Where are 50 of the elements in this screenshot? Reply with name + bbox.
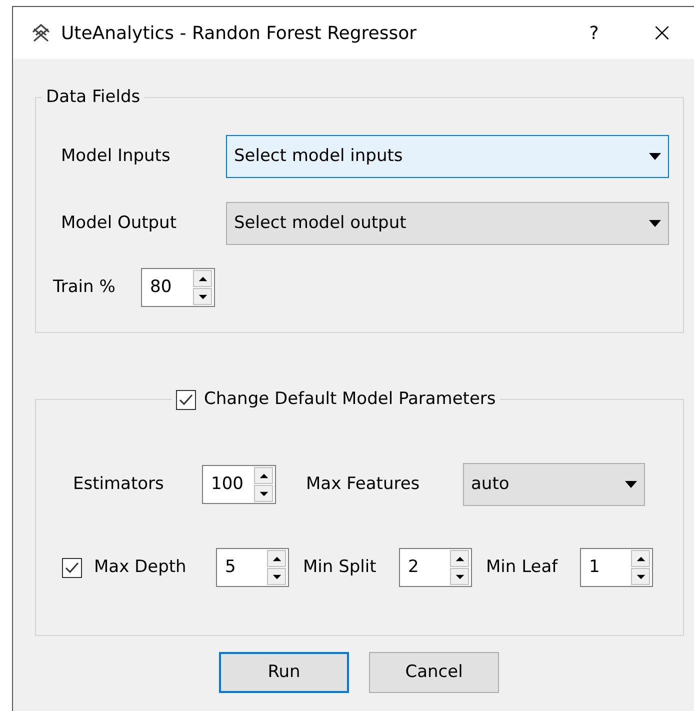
up-arrow-icon [198,274,208,282]
spin-down-button[interactable] [450,568,469,585]
field-label: Train % [53,276,116,299]
close-button[interactable]: × [642,20,682,46]
checkbox-label[interactable]: Change Default Model Parameters [204,387,496,412]
checkbox[interactable] [176,390,196,410]
dropdown-arrow-icon [625,480,637,488]
spin-up-button[interactable] [254,467,273,484]
field-label: Max Features [306,472,421,496]
spin-down-button[interactable] [267,568,286,585]
cancel-button[interactable]: Cancel [369,652,499,693]
spin-up-button[interactable] [193,270,212,287]
down-arrow-icon [636,572,646,580]
field-label: Estimators [73,472,165,496]
down-arrow-icon [198,292,208,300]
field-label: Model Output [61,212,178,235]
spin-box[interactable]: 80 [141,268,215,307]
checkbox[interactable] [62,558,82,578]
spin-box[interactable]: 100 [202,465,276,504]
spin-box[interactable]: 5 [216,548,289,587]
spin-up-button[interactable] [267,550,286,567]
down-arrow-icon [454,572,464,580]
check-icon [64,560,80,576]
down-arrow-icon [272,572,282,580]
dropdown-arrow-icon [649,220,661,228]
spin-up-button[interactable] [631,550,650,567]
up-arrow-icon [272,554,282,562]
spin-down-button[interactable] [631,568,650,585]
window-title: UteAnalytics - Randon Forest Regressor [61,22,417,46]
field-label: Max Depth [94,556,188,579]
field-label: Min Split [303,556,378,579]
up-arrow-icon [258,472,268,480]
down-arrow-icon [258,490,268,498]
dropdown[interactable]: Select model output [226,202,669,245]
spin-box[interactable]: 1 [580,548,653,587]
spin-down-button[interactable] [193,288,212,305]
up-arrow-icon [454,554,464,562]
dropdown[interactable]: auto [463,463,645,506]
run-button[interactable]: Run [219,652,349,693]
help-button[interactable]: ? [574,20,614,46]
dropdown[interactable]: Select model inputs [226,135,669,178]
dropdown-arrow-icon [649,152,661,160]
app-logo-icon [31,23,51,43]
field-label: Min Leaf [486,556,559,579]
spin-box[interactable]: 2 [399,548,472,587]
spin-down-button[interactable] [254,485,273,502]
spin-up-button[interactable] [450,550,469,567]
up-arrow-icon [636,554,646,562]
check-icon [178,392,194,408]
field-label: Model Inputs [61,144,172,168]
